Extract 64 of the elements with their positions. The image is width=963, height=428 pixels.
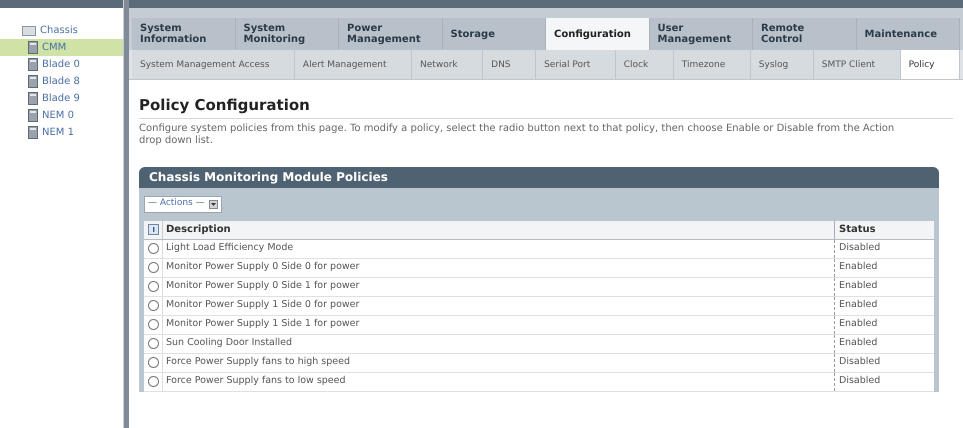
folder-icon (22, 25, 36, 36)
radio-button[interactable] (148, 262, 158, 273)
actions-dropdown[interactable]: — Actions — (144, 196, 222, 212)
table-cell: Enabled (834, 296, 934, 314)
sub-tab[interactable]: Serial Port (536, 50, 616, 79)
radio-button[interactable] (148, 338, 158, 349)
nav-tab[interactable]: User Management (650, 18, 753, 50)
server-icon (28, 58, 38, 71)
select-all-icon[interactable] (148, 224, 158, 235)
table-cell: Enabled (834, 316, 934, 334)
tree-item[interactable]: Blade 9 (0, 90, 123, 107)
tree-item[interactable]: NEM 0 (0, 107, 123, 124)
table-cell: Force Power Supply fans to low speed (162, 372, 834, 390)
table-cell: Monitor Power Supply 1 Side 0 for power (162, 296, 834, 314)
table-cell: Monitor Power Supply 0 Side 0 for power (162, 258, 834, 276)
radio-button[interactable] (148, 376, 158, 387)
table-cell: Disabled (834, 372, 934, 390)
radio-button[interactable] (148, 281, 158, 292)
table-cell: Monitor Power Supply 0 Side 1 for power (162, 278, 834, 296)
sub-tab[interactable]: Alert Management (294, 50, 412, 79)
sub-tab[interactable]: System Management Access (132, 50, 295, 79)
sub-tab[interactable]: Network (412, 50, 484, 79)
nav-tab[interactable]: Power Management (339, 18, 442, 50)
nav-tab[interactable]: System Information (132, 18, 236, 50)
radio-button[interactable] (148, 357, 158, 368)
nav-tab[interactable]: Storage (442, 18, 546, 50)
nav-tab[interactable]: Maintenance (856, 18, 960, 50)
radio-button[interactable] (148, 243, 158, 254)
page-title: Policy Configuration (139, 94, 953, 118)
radio-button[interactable] (148, 319, 158, 330)
table-cell: Enabled (834, 258, 934, 276)
nav-tab[interactable]: Configuration (546, 18, 650, 50)
table-cell: Disabled (834, 240, 934, 258)
server-icon (28, 92, 38, 105)
tree-item[interactable]: CMM (0, 39, 123, 56)
table-cell: Light Load Efficiency Mode (162, 240, 834, 258)
sub-tab[interactable]: Policy (900, 50, 960, 79)
radio-button[interactable] (148, 300, 158, 311)
server-icon (28, 109, 38, 122)
column-header: Status (834, 220, 934, 238)
sub-tab[interactable]: SMTP Client (814, 50, 901, 79)
tree-item[interactable]: Blade 0 (0, 56, 123, 73)
table-title: Chassis Monitoring Module Policies (139, 166, 939, 188)
table-cell: Sun Cooling Door Installed (162, 334, 834, 352)
caret-icon (208, 200, 218, 208)
table-cell: Disabled (834, 354, 934, 372)
tree-item[interactable]: Chassis (0, 22, 123, 39)
server-icon (28, 41, 38, 54)
table-cell: Force Power Supply fans to high speed (162, 354, 834, 372)
table-cell: Monitor Power Supply 1 Side 1 for power (162, 316, 834, 334)
sub-tab[interactable]: Timezone (674, 50, 751, 79)
table-cell: Enabled (834, 278, 934, 296)
nav-tab[interactable]: Remote Control (753, 18, 856, 50)
sub-tab[interactable]: DNS (483, 50, 536, 79)
column-header: Description (162, 220, 834, 238)
server-icon (28, 126, 38, 139)
tree-item[interactable]: NEM 1 (0, 124, 123, 141)
server-icon (28, 75, 38, 88)
page-description: Configure system policies from this page. To modify a policy, select the radio button next to that policy, then choose Enable or Disable from the Action drop down list. (139, 122, 896, 146)
sub-tab[interactable]: Clock (616, 50, 674, 79)
sub-tab[interactable]: Syslog (750, 50, 814, 79)
table-cell: Enabled (834, 334, 934, 352)
nav-tab[interactable]: System Monitoring (236, 18, 339, 50)
tree-item[interactable]: Blade 8 (0, 73, 123, 90)
